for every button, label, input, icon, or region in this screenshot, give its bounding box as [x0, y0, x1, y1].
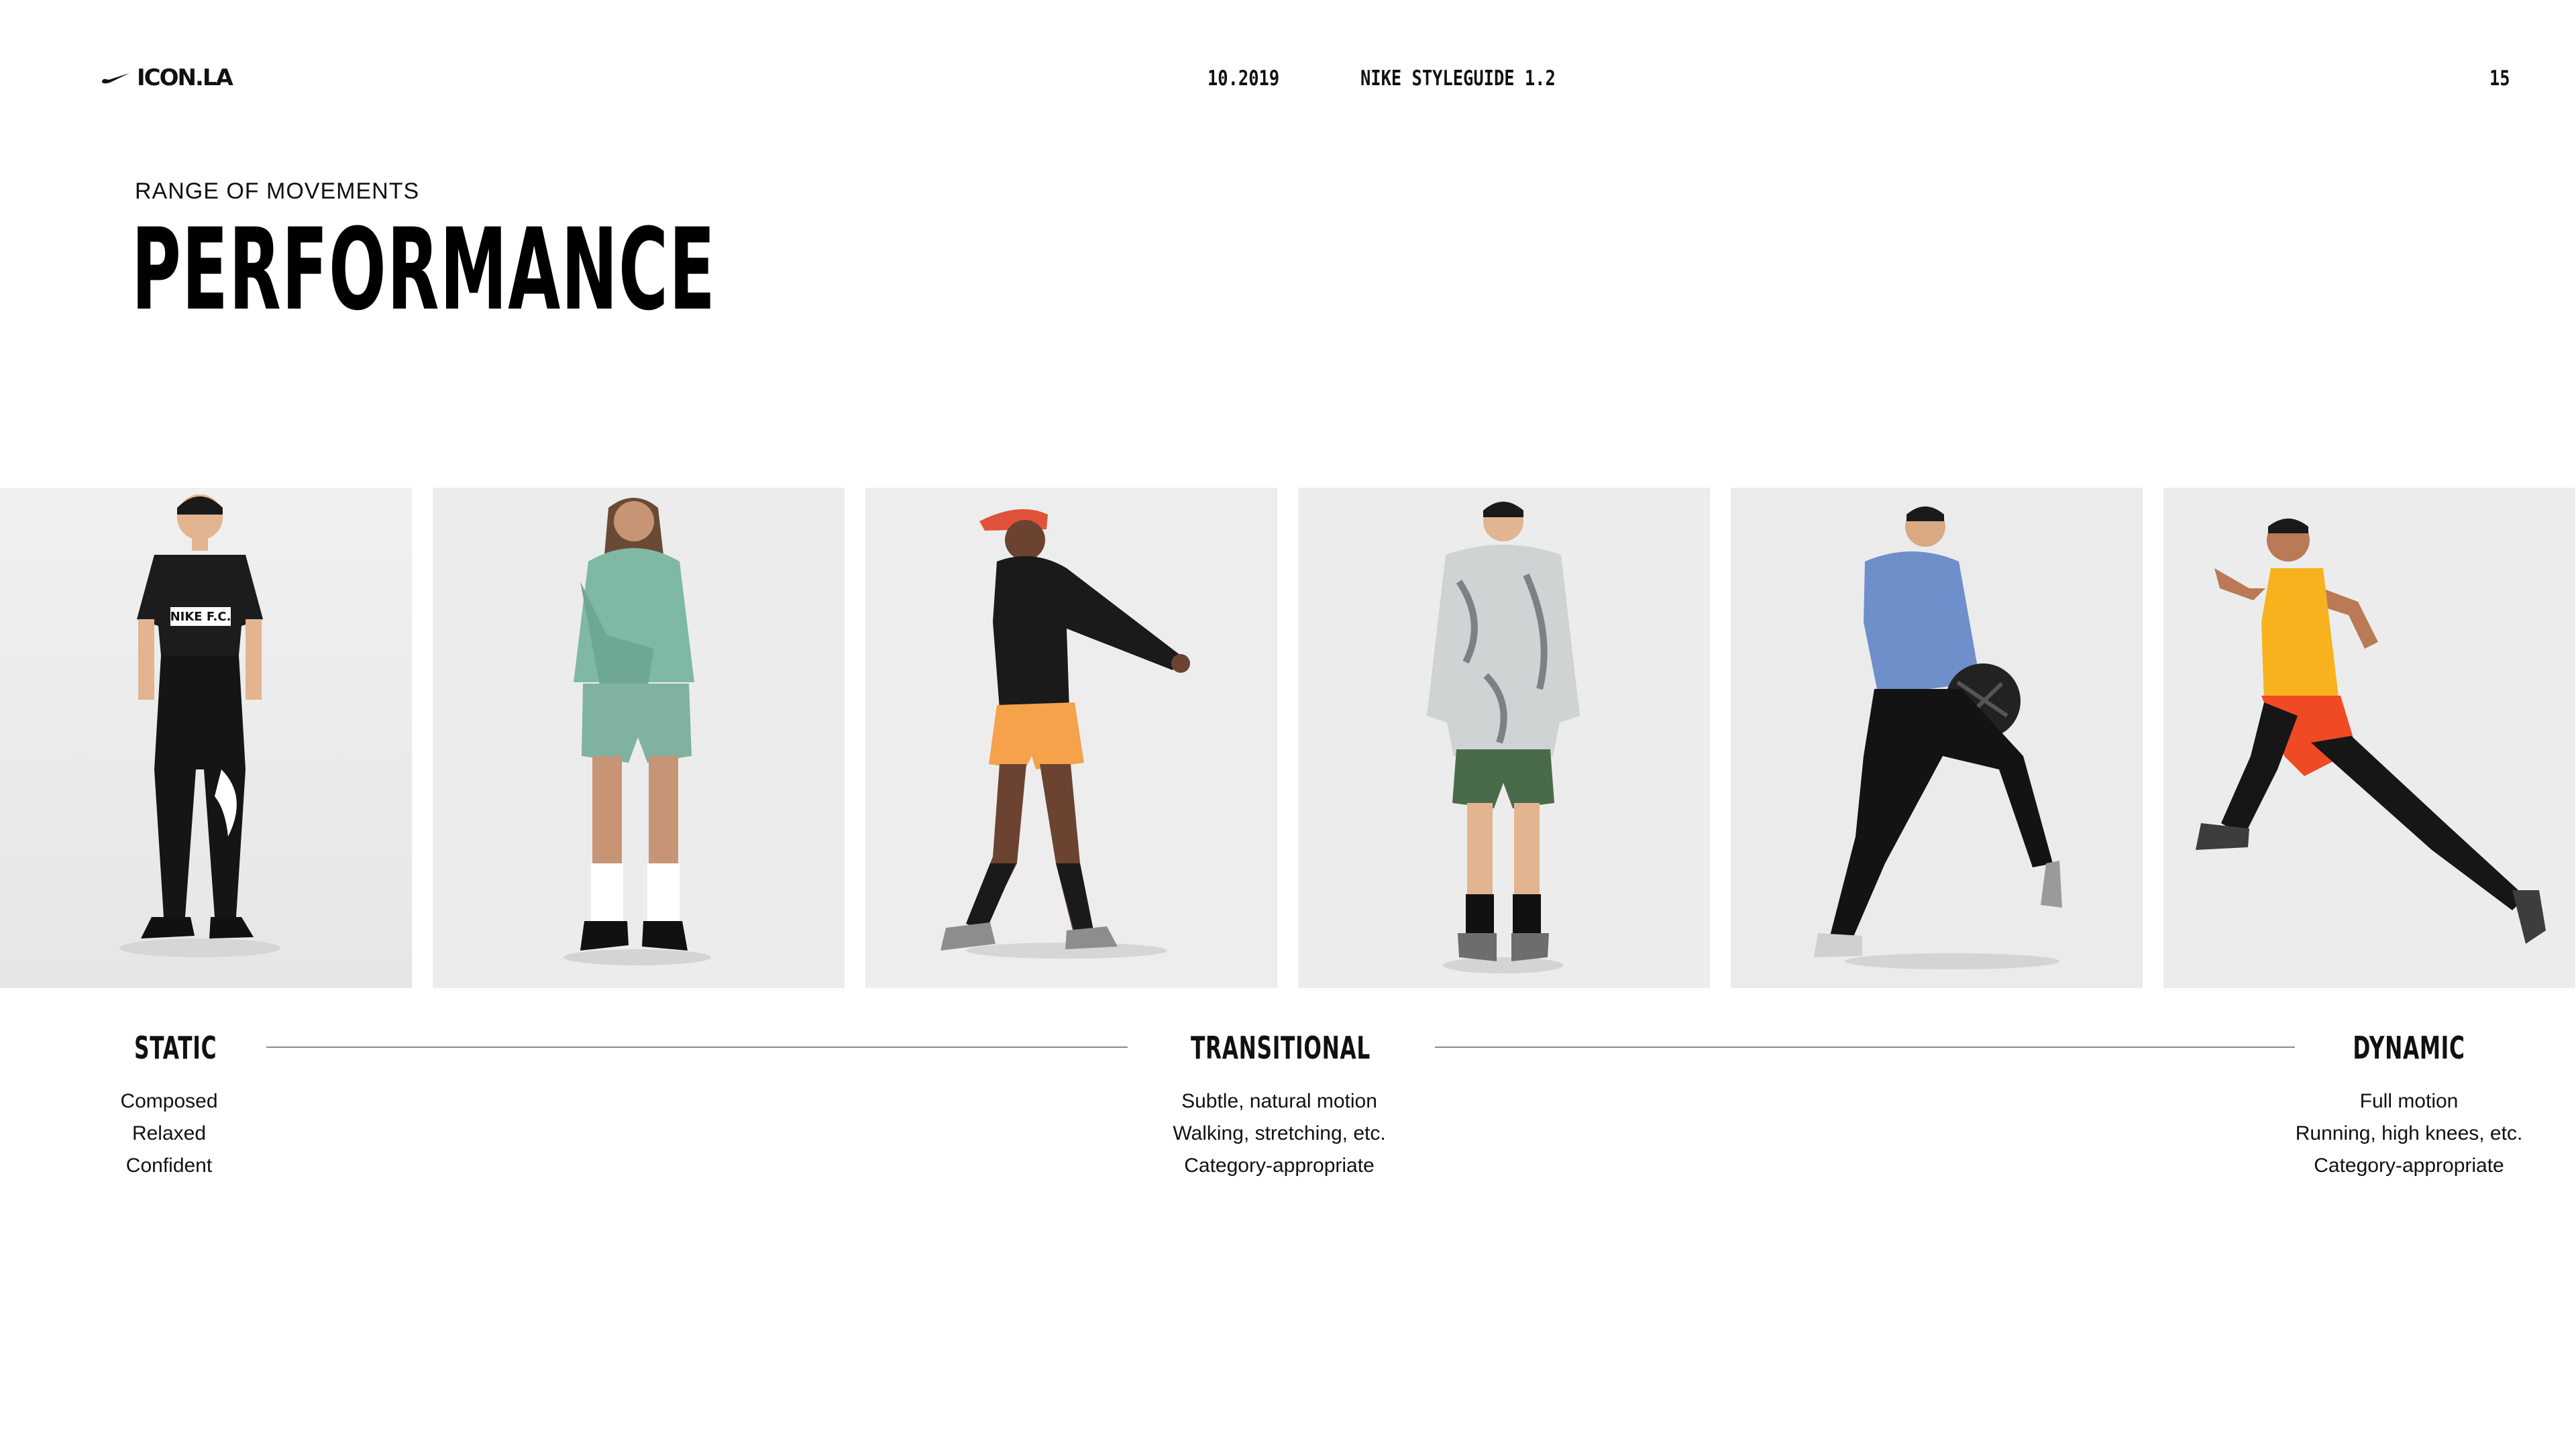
scale-divider-right — [1435, 1046, 2295, 1048]
photo-static-tee: NIKE F.C. — [0, 488, 412, 988]
page-number: 15 — [2489, 66, 2510, 91]
transitional-line-3: Category-appropriate — [1184, 1155, 1375, 1177]
static-line-2: Relaxed — [131, 1122, 207, 1144]
transitional-line-2: Walking, stretching, etc. — [1173, 1122, 1386, 1144]
document-title: NIKE STYLEGUIDE 1.2 — [1360, 66, 1556, 91]
photo-sprinting-tank — [2163, 488, 2575, 988]
page-title: PERFORMANCE — [131, 204, 716, 335]
shirt-print-text: NIKE F.C. — [170, 610, 231, 624]
static-line-3: Confident — [125, 1155, 213, 1177]
photo-medicine-ball-lunge — [1731, 488, 2143, 988]
swoosh-icon — [101, 73, 129, 84]
scale-label-static: STATIC — [134, 1030, 217, 1066]
static-description: Composed Relaxed Confident — [0, 1085, 370, 1182]
dynamic-description: Full motion Running, high knees, etc. Ca… — [2208, 1085, 2576, 1182]
scale-label-dynamic: DYNAMIC — [2353, 1030, 2465, 1066]
scale-label-transitional: TRANSITIONAL — [1190, 1030, 1371, 1066]
dynamic-line-3: Category-appropriate — [2314, 1155, 2504, 1177]
photo-marble-jacket — [1298, 488, 1710, 988]
photo-hoodie-shorts — [433, 488, 845, 988]
brand-logo: ICON.LA — [101, 64, 233, 91]
photo-walking-orange-shorts — [865, 488, 1277, 988]
dynamic-line-2: Running, high knees, etc. — [2295, 1122, 2523, 1144]
transitional-line-1: Subtle, natural motion — [1181, 1090, 1377, 1112]
document-date: 10.2019 — [1208, 66, 1280, 91]
scale-divider-left — [266, 1046, 1128, 1048]
dynamic-line-1: Full motion — [2359, 1090, 2459, 1112]
static-line-1: Composed — [120, 1090, 218, 1112]
section-eyebrow: RANGE OF MOVEMENTS — [135, 178, 420, 204]
brand-logo-text: ICON.LA — [137, 64, 233, 91]
transitional-description: Subtle, natural motion Walking, stretchi… — [1078, 1085, 1481, 1182]
